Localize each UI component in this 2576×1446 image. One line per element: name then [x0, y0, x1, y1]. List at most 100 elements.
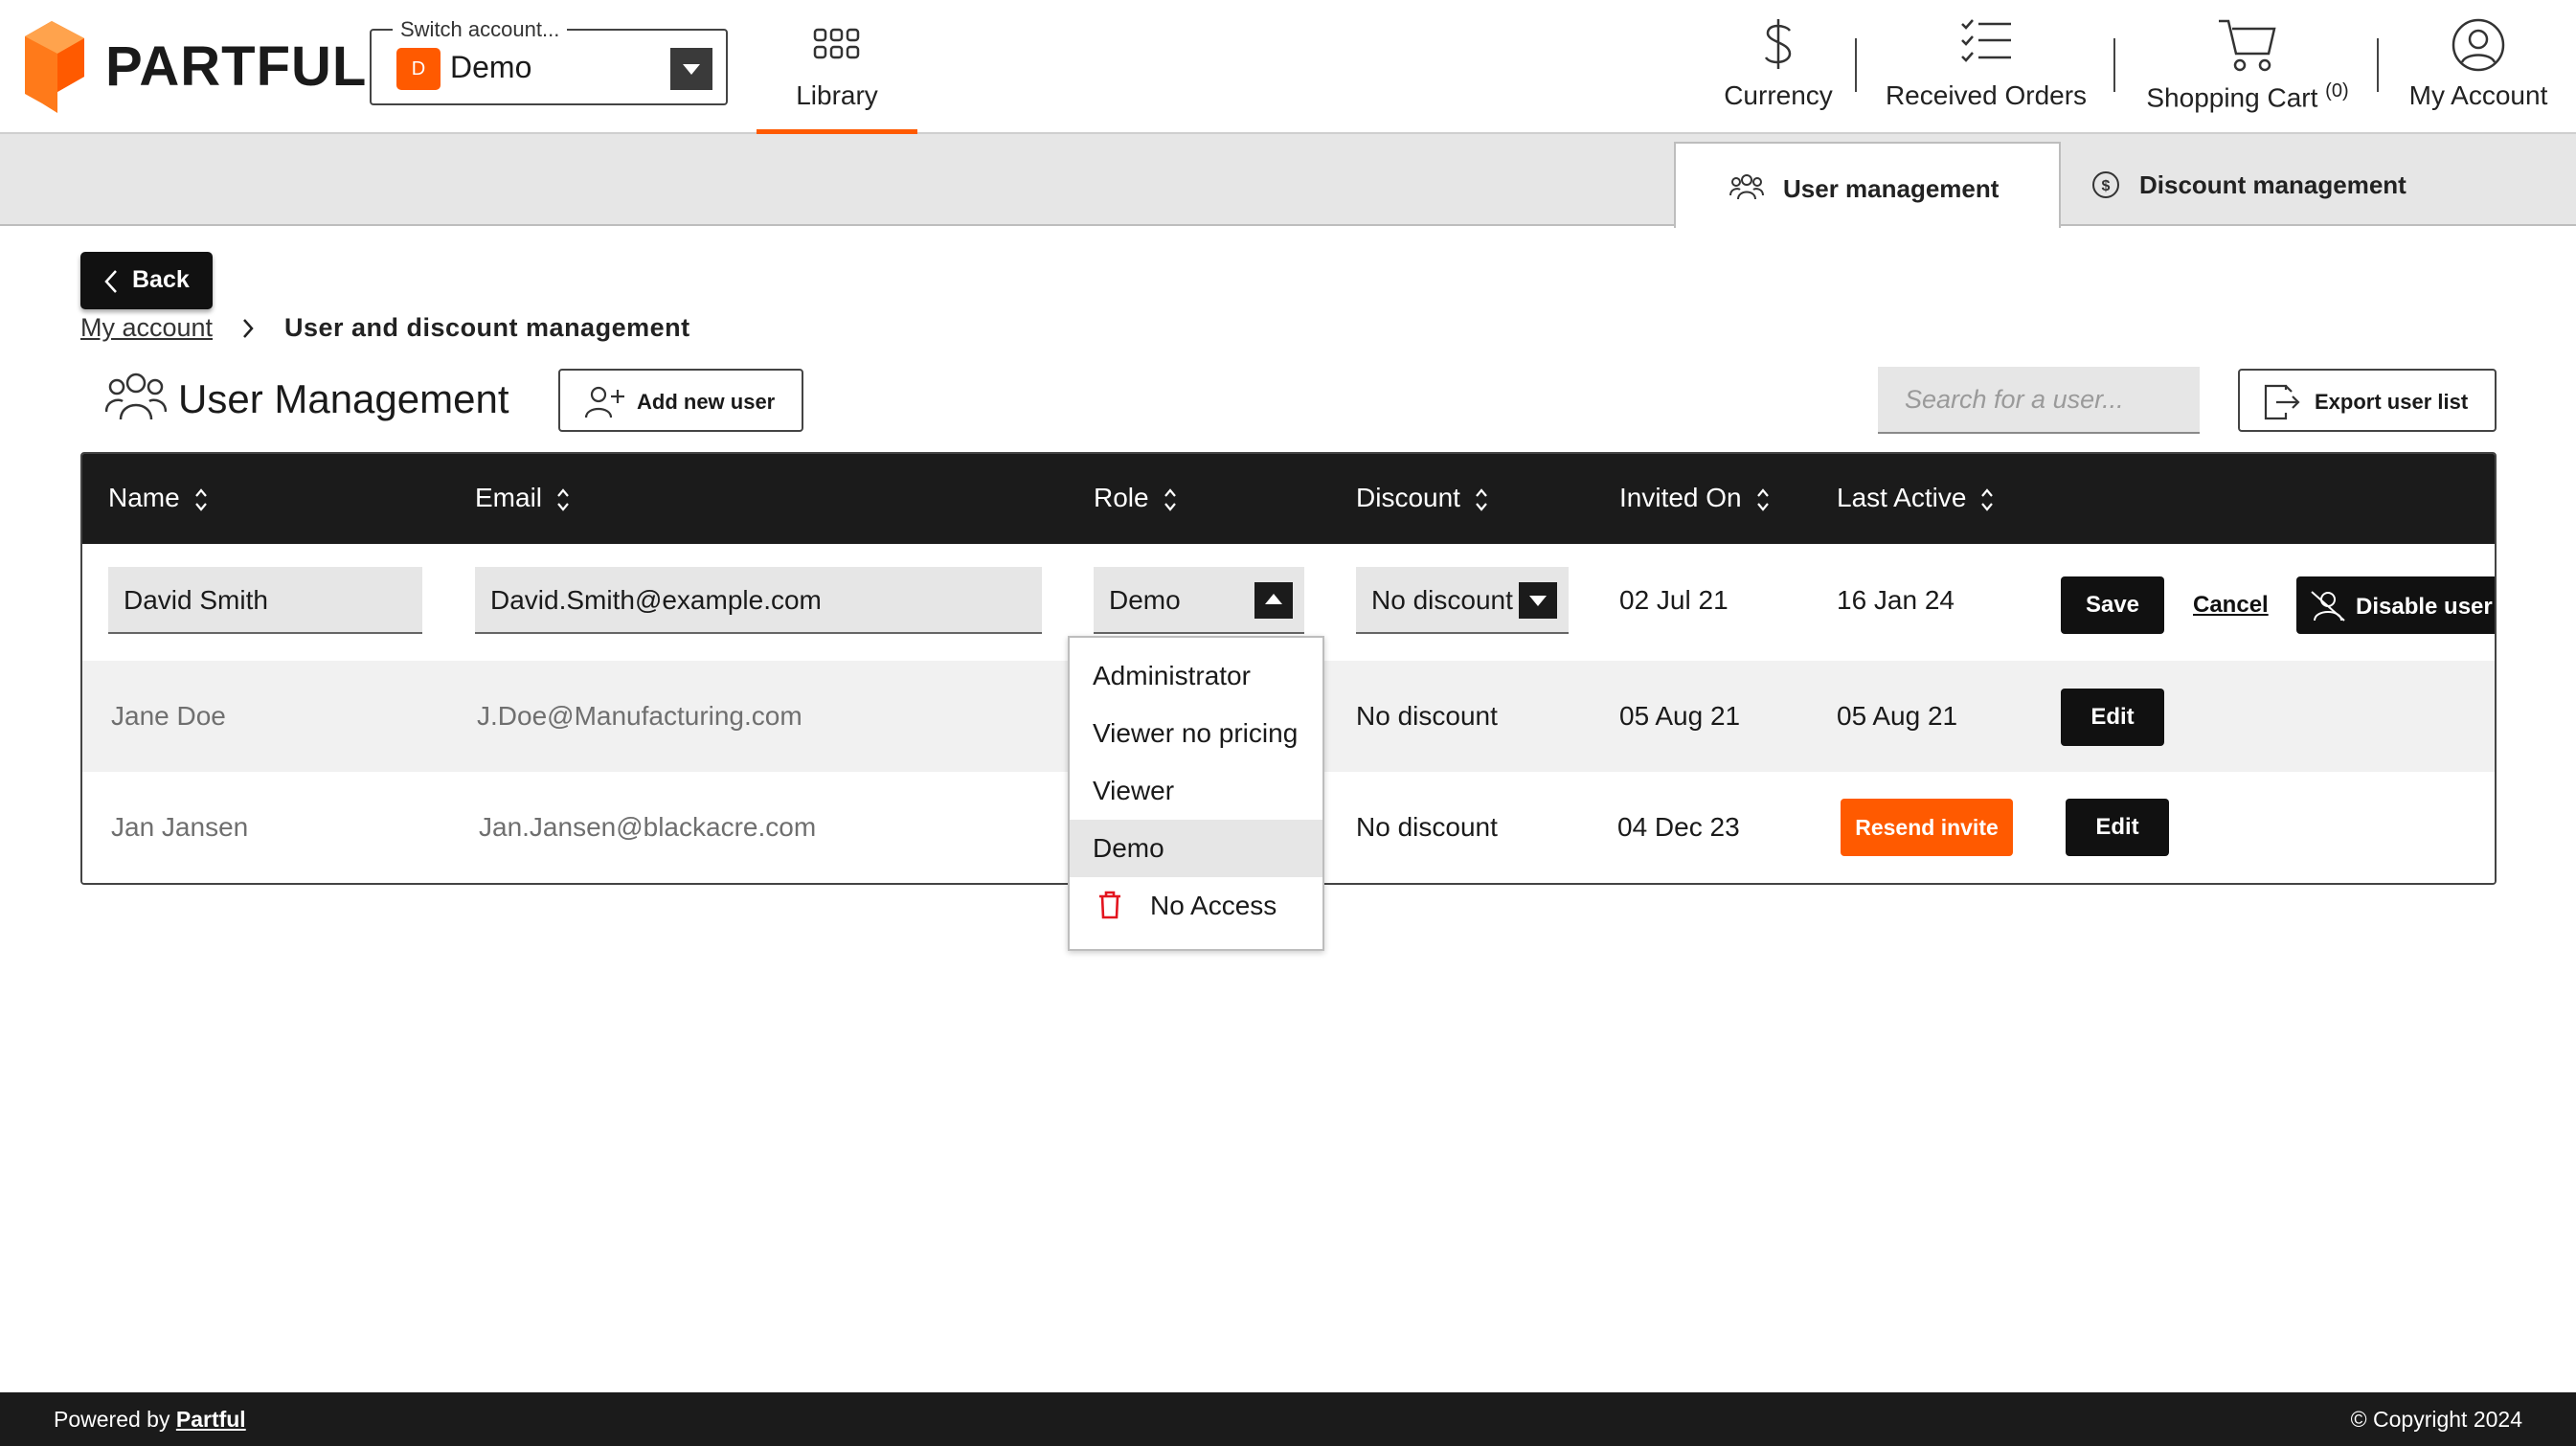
role-option-label: Demo	[1093, 833, 1164, 863]
export-user-list-button[interactable]: Export user list	[2238, 369, 2497, 432]
nav-my-account[interactable]: My Account	[2400, 0, 2557, 134]
export-file-icon	[2264, 384, 2300, 420]
column-email-label: Email	[475, 483, 543, 512]
user-invited-on: 04 Dec 23	[1617, 812, 1740, 842]
header-divider	[2113, 38, 2115, 92]
nav-received-orders[interactable]: Received Orders	[1877, 0, 2095, 134]
grid-icon	[813, 28, 860, 59]
email-field-value: David.Smith@example.com	[490, 585, 822, 615]
sort-icon[interactable]	[555, 486, 571, 513]
nav-library[interactable]: Library	[757, 0, 917, 134]
nav-currency-label: Currency	[1724, 80, 1833, 110]
sort-icon[interactable]	[1755, 486, 1771, 513]
nav-currency[interactable]: Currency	[1718, 0, 1839, 134]
chevron-up-icon[interactable]	[1254, 582, 1293, 619]
role-option-label: Administrator	[1093, 661, 1251, 690]
breadcrumb-current: User and discount management	[284, 313, 690, 342]
column-invited-on-label: Invited On	[1619, 483, 1742, 512]
email-field[interactable]: David.Smith@example.com	[475, 567, 1042, 634]
role-dropdown-menu: Administrator Viewer no pricing Viewer D…	[1068, 636, 1324, 951]
chevron-down-icon[interactable]	[670, 48, 712, 90]
brand-name: PARTFUL	[105, 35, 368, 98]
dollar-icon	[1764, 19, 1792, 69]
back-button-label: Back	[132, 266, 190, 293]
column-header-role[interactable]: Role	[1094, 483, 1178, 513]
breadcrumb-my-account[interactable]: My account	[80, 313, 213, 343]
disable-user-button[interactable]: Disable user	[2296, 576, 2495, 634]
column-header-discount[interactable]: Discount	[1356, 483, 1489, 513]
cancel-link[interactable]: Cancel	[2193, 592, 2269, 619]
dollar-circle-icon: $	[2092, 171, 2119, 198]
powered-by: Powered by Partful	[54, 1407, 246, 1433]
user-discount: No discount	[1356, 701, 1498, 731]
tab-discount-management-label: Discount management	[2139, 170, 2407, 199]
nav-my-account-label: My Account	[2408, 80, 2548, 110]
header-divider	[1855, 38, 1857, 92]
role-option-label: No Access	[1150, 891, 1277, 920]
user-name: Jane Doe	[111, 701, 226, 731]
back-button[interactable]: Back	[80, 252, 213, 309]
powered-by-link[interactable]: Partful	[176, 1407, 246, 1432]
column-header-invited-on[interactable]: Invited On	[1619, 483, 1771, 513]
role-select[interactable]: Demo	[1094, 567, 1304, 634]
disable-user-label: Disable user	[2356, 594, 2493, 620]
tab-user-management[interactable]: User management	[1674, 142, 2061, 228]
discount-select[interactable]: No discount	[1356, 567, 1569, 634]
user-discount: No discount	[1356, 812, 1498, 842]
role-option-administrator[interactable]: Administrator	[1070, 647, 1322, 705]
name-field[interactable]: David Smith	[108, 567, 422, 634]
header-divider	[2377, 38, 2379, 92]
tab-user-management-label: User management	[1783, 174, 2000, 203]
powered-by-prefix: Powered by	[54, 1407, 170, 1432]
tab-discount-management[interactable]: $ Discount management	[2061, 142, 2576, 228]
copyright: © Copyright 2024	[2350, 1407, 2522, 1432]
tab-strip: User management $ Discount management	[0, 134, 2576, 228]
nav-shopping-cart-label: Shopping Cart (0)	[2137, 80, 2358, 113]
user-plus-icon	[584, 386, 624, 418]
account-badge: D	[396, 48, 441, 90]
users-icon	[105, 373, 167, 420]
role-option-label: Viewer	[1093, 776, 1175, 805]
users-icon	[1729, 174, 1764, 200]
role-option-no-access[interactable]: No Access	[1070, 877, 1322, 935]
add-user-button[interactable]: Add new user	[558, 369, 803, 432]
edit-button[interactable]: Edit	[2066, 799, 2169, 856]
partful-logo-icon[interactable]	[25, 21, 84, 113]
nav-library-label: Library	[796, 80, 878, 110]
column-header-email[interactable]: Email	[475, 483, 571, 513]
role-option-demo[interactable]: Demo	[1070, 820, 1322, 877]
account-switcher-legend: Switch account...	[393, 17, 568, 42]
account-switcher-value: Demo	[450, 50, 532, 84]
sort-icon[interactable]	[1163, 486, 1178, 513]
column-name-label: Name	[108, 483, 180, 512]
sort-icon[interactable]	[1979, 486, 1995, 513]
save-button[interactable]: Save	[2061, 576, 2164, 634]
nav-shopping-cart[interactable]: Shopping Cart (0)	[2137, 0, 2358, 134]
sort-icon[interactable]	[193, 486, 209, 513]
user-name: Jan Jansen	[111, 812, 249, 842]
user-last-active: 05 Aug 21	[1837, 701, 1958, 731]
last-active-value: 16 Jan 24	[1837, 585, 1955, 615]
search-input[interactable]	[1878, 367, 2200, 434]
chevron-down-icon[interactable]	[1519, 582, 1557, 619]
edit-button[interactable]: Edit	[2061, 689, 2164, 746]
checklist-icon	[1961, 19, 2011, 62]
name-field-value: David Smith	[124, 585, 268, 615]
account-switcher[interactable]: Switch account... D Demo	[370, 17, 728, 105]
column-header-last-active[interactable]: Last Active	[1837, 483, 1995, 513]
shopping-cart-icon	[2219, 19, 2276, 72]
user-circle-icon	[2452, 18, 2505, 72]
column-header-name[interactable]: Name	[108, 483, 209, 513]
role-select-value: Demo	[1109, 585, 1181, 615]
invited-on-value: 02 Jul 21	[1619, 585, 1729, 615]
role-option-viewer-no-pricing[interactable]: Viewer no pricing	[1070, 705, 1322, 762]
shopping-cart-text: Shopping Cart	[2146, 82, 2318, 113]
footer: Powered by Partful © Copyright 2024	[0, 1392, 2576, 1446]
trash-icon	[1099, 891, 1120, 919]
user-slash-icon	[2311, 591, 2345, 621]
resend-invite-button[interactable]: Resend invite	[1841, 799, 2013, 856]
sort-icon[interactable]	[1474, 486, 1489, 513]
top-header: PARTFUL Switch account... D Demo Library…	[0, 0, 2576, 134]
role-option-viewer[interactable]: Viewer	[1070, 762, 1322, 820]
user-invited-on: 05 Aug 21	[1619, 701, 1741, 731]
